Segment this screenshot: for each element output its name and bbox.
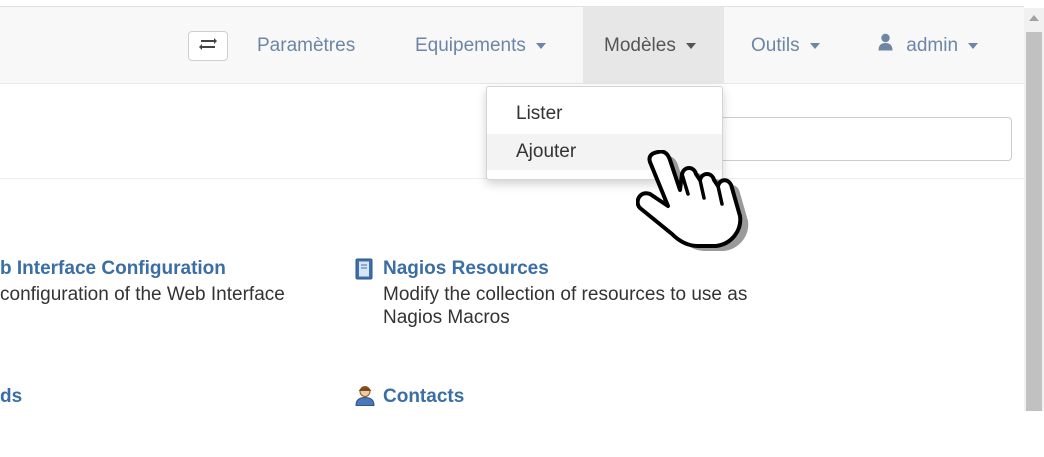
swap-arrows-icon bbox=[199, 37, 217, 56]
scrollbar-thumb[interactable] bbox=[1026, 32, 1042, 411]
dropdown-item-ajouter-label: Ajouter bbox=[516, 141, 577, 162]
nav-equipements-label: Equipements bbox=[415, 35, 526, 56]
caret-down-icon bbox=[809, 42, 820, 49]
card-desc-web-interface-configuration: configuration of the Web Interface bbox=[0, 284, 285, 305]
caret-down-icon bbox=[686, 42, 697, 49]
dropdown-item-lister-label: Lister bbox=[516, 103, 563, 124]
card-title-passwords[interactable]: ds bbox=[0, 386, 22, 408]
card-title-nagios-resources[interactable]: Nagios Resources bbox=[383, 258, 549, 280]
vertical-scrollbar[interactable] bbox=[1024, 8, 1044, 411]
contacts-icon bbox=[355, 385, 375, 411]
scroll-up-arrow-icon[interactable] bbox=[1029, 15, 1039, 21]
dropdown-item-lister[interactable]: Lister bbox=[487, 96, 722, 132]
top-navbar: Paramètres Equipements Modèles Outils ad… bbox=[0, 6, 1024, 84]
nav-admin-label: admin bbox=[906, 35, 959, 56]
caret-down-icon bbox=[968, 42, 979, 49]
nav-parametres-label: Paramètres bbox=[257, 35, 356, 56]
nav-outils-label: Outils bbox=[751, 35, 800, 56]
nav-outils[interactable]: Outils bbox=[751, 7, 820, 84]
browser-viewport: Paramètres Equipements Modèles Outils ad… bbox=[0, 0, 1044, 411]
caret-down-icon bbox=[536, 42, 547, 49]
user-icon bbox=[878, 7, 893, 84]
nav-admin-user-menu[interactable]: admin bbox=[878, 7, 979, 84]
nav-equipements[interactable]: Equipements bbox=[415, 7, 547, 84]
card-desc-nagios-resources: Modify the collection of resources to us… bbox=[383, 284, 748, 328]
navbar-toggle-button[interactable] bbox=[188, 31, 228, 61]
card-title-contacts[interactable]: Contacts bbox=[383, 386, 464, 408]
nav-modeles[interactable]: Modèles bbox=[583, 7, 724, 84]
hand-pointer-cursor-icon bbox=[635, 149, 756, 260]
book-icon bbox=[355, 258, 373, 285]
card-title-web-interface-configuration[interactable]: b Interface Configuration bbox=[0, 258, 226, 280]
nav-parametres[interactable]: Paramètres bbox=[257, 7, 355, 84]
nav-modeles-label: Modèles bbox=[604, 35, 676, 56]
